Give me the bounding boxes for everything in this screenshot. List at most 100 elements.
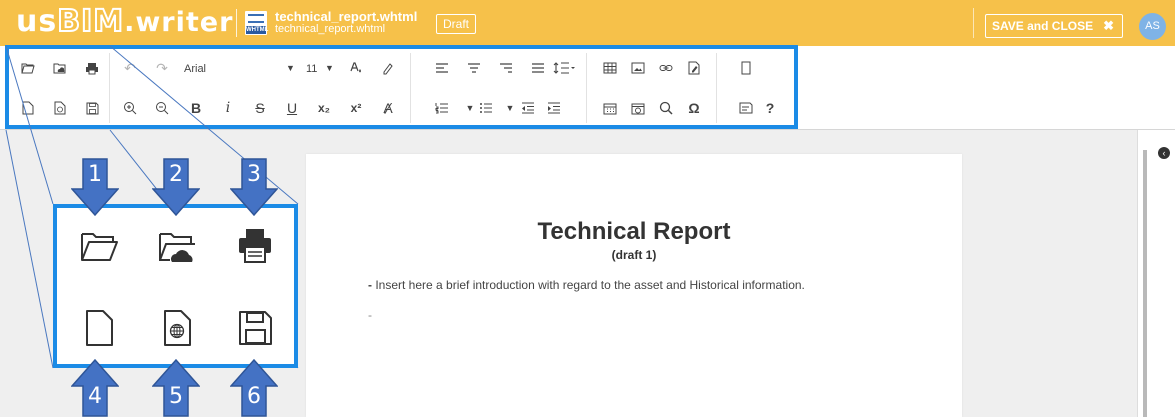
web-document-button[interactable]: [50, 98, 70, 118]
subscript-button[interactable]: x₂: [314, 98, 334, 118]
italic-button[interactable]: i: [218, 98, 238, 118]
zoom-in-icon: [124, 102, 137, 115]
bold-button[interactable]: B: [186, 98, 206, 118]
file-name: technical_report.whtml: [275, 9, 418, 24]
editor-toolbar: ↶ ↷ Arial ▼ 11 ▼ B i S U x₂ x² Ⱥ ▼ ▼ Ω ?: [0, 46, 1175, 130]
calendar-button[interactable]: [600, 98, 620, 118]
chevron-down-icon[interactable]: ▼: [286, 63, 295, 73]
undo-button[interactable]: ↶: [120, 58, 140, 78]
find-button[interactable]: [656, 98, 676, 118]
bullet-list-icon: [480, 103, 492, 113]
chevron-down-icon[interactable]: ▼: [500, 98, 520, 118]
search-icon: [659, 101, 673, 115]
highlighter-icon: [383, 63, 393, 75]
template-button[interactable]: [736, 98, 756, 118]
link-icon: [659, 65, 673, 71]
outdent-button[interactable]: [518, 98, 538, 118]
clear-format-button[interactable]: Ⱥ: [378, 98, 398, 118]
chevron-left-icon[interactable]: ‹: [1158, 147, 1170, 159]
callout-arrow-5: 5: [151, 358, 201, 417]
font-color-icon: [350, 62, 361, 73]
bullet-list-button[interactable]: [476, 98, 496, 118]
document-empty-line: -: [368, 308, 372, 322]
indent-button[interactable]: [544, 98, 564, 118]
calendar-icon: [603, 103, 617, 114]
zoom-out-button[interactable]: [152, 98, 172, 118]
callout-arrow-3: 3: [229, 158, 279, 217]
open-folder-icon: [81, 233, 118, 261]
document-page[interactable]: Technical Report (draft 1) - Insert here…: [306, 154, 962, 417]
print-icon: [86, 62, 98, 74]
align-center-icon: [468, 63, 480, 73]
justify-icon: [532, 63, 544, 73]
header-bar: usBIM.writer WHTML technical_report.whtm…: [0, 0, 1175, 46]
insert-link-button[interactable]: [656, 58, 676, 78]
status-badge: Draft: [436, 14, 477, 34]
font-color-button[interactable]: [346, 58, 366, 78]
date-time-button[interactable]: [628, 98, 648, 118]
whtml-file-icon: WHTML: [245, 11, 268, 35]
align-left-button[interactable]: [432, 58, 452, 78]
new-document-button[interactable]: [18, 98, 38, 118]
callout-arrow-6: 6: [229, 358, 279, 417]
underline-button[interactable]: U: [282, 98, 302, 118]
date-time-icon: [631, 103, 645, 114]
edit-source-button[interactable]: [684, 58, 704, 78]
strikethrough-button[interactable]: S: [250, 98, 270, 118]
toolbar-divider: [716, 53, 717, 123]
print-button[interactable]: [82, 58, 102, 78]
new-document-icon: [22, 101, 34, 115]
document-intro: - Insert here a brief introduction with …: [368, 278, 805, 292]
callout-arrow-1: 1: [70, 158, 120, 217]
user-avatar[interactable]: AS: [1139, 13, 1166, 40]
insert-table-button[interactable]: [600, 58, 620, 78]
save-button[interactable]: [82, 98, 102, 118]
page-break-button[interactable]: [736, 58, 756, 78]
font-family-select[interactable]: Arial: [184, 63, 206, 75]
file-subtitle: technical_report.whtml: [275, 23, 386, 35]
zoom-in-button[interactable]: [120, 98, 140, 118]
close-icon: ✖: [1103, 18, 1114, 33]
highlight-button[interactable]: [378, 58, 398, 78]
save-icon: [86, 102, 98, 114]
align-center-button[interactable]: [464, 58, 484, 78]
numbered-list-icon: [435, 103, 448, 114]
chevron-down-icon[interactable]: ▼: [325, 63, 334, 73]
align-right-button[interactable]: [496, 58, 516, 78]
callout-arrow-4: 4: [70, 358, 120, 417]
outdent-icon: [522, 102, 534, 114]
open-folder-button[interactable]: [18, 58, 38, 78]
line-height-icon: [553, 62, 575, 74]
cloud-folder-icon: [53, 63, 66, 74]
open-folder-icon: [21, 63, 35, 74]
strikethrough-icon: S: [255, 100, 265, 116]
cloud-folder-icon: [159, 233, 195, 262]
app-logo: usBIM.writer: [16, 3, 234, 40]
insert-image-button[interactable]: [628, 58, 648, 78]
redo-icon: ↷: [156, 59, 168, 76]
font-size-select[interactable]: 11: [306, 63, 317, 75]
page-icon: [741, 61, 751, 75]
template-icon: [739, 102, 753, 114]
zoom-out-icon: [156, 102, 169, 115]
web-document-icon: [54, 101, 66, 115]
save-icon: [239, 311, 272, 345]
special-character-button[interactable]: Ω: [684, 98, 704, 118]
justify-button[interactable]: [528, 58, 548, 78]
table-icon: [603, 62, 617, 74]
line-height-button[interactable]: [552, 58, 576, 78]
zoom-callout-box: [53, 204, 298, 368]
new-document-icon: [86, 310, 113, 346]
document-title: Technical Report: [537, 218, 731, 245]
align-right-icon: [500, 63, 512, 73]
save-and-close-button[interactable]: SAVE and CLOSE ✖: [985, 14, 1123, 38]
toolbar-divider: [410, 53, 411, 123]
app-window: usBIM.writer WHTML technical_report.whtm…: [0, 0, 1175, 417]
superscript-button[interactable]: x²: [346, 98, 366, 118]
image-icon: [631, 62, 645, 74]
numbered-list-button[interactable]: [432, 98, 452, 118]
cloud-folder-button[interactable]: [50, 58, 70, 78]
help-button[interactable]: ?: [760, 98, 780, 118]
redo-button[interactable]: ↷: [152, 58, 172, 78]
edit-document-icon: [688, 61, 700, 75]
